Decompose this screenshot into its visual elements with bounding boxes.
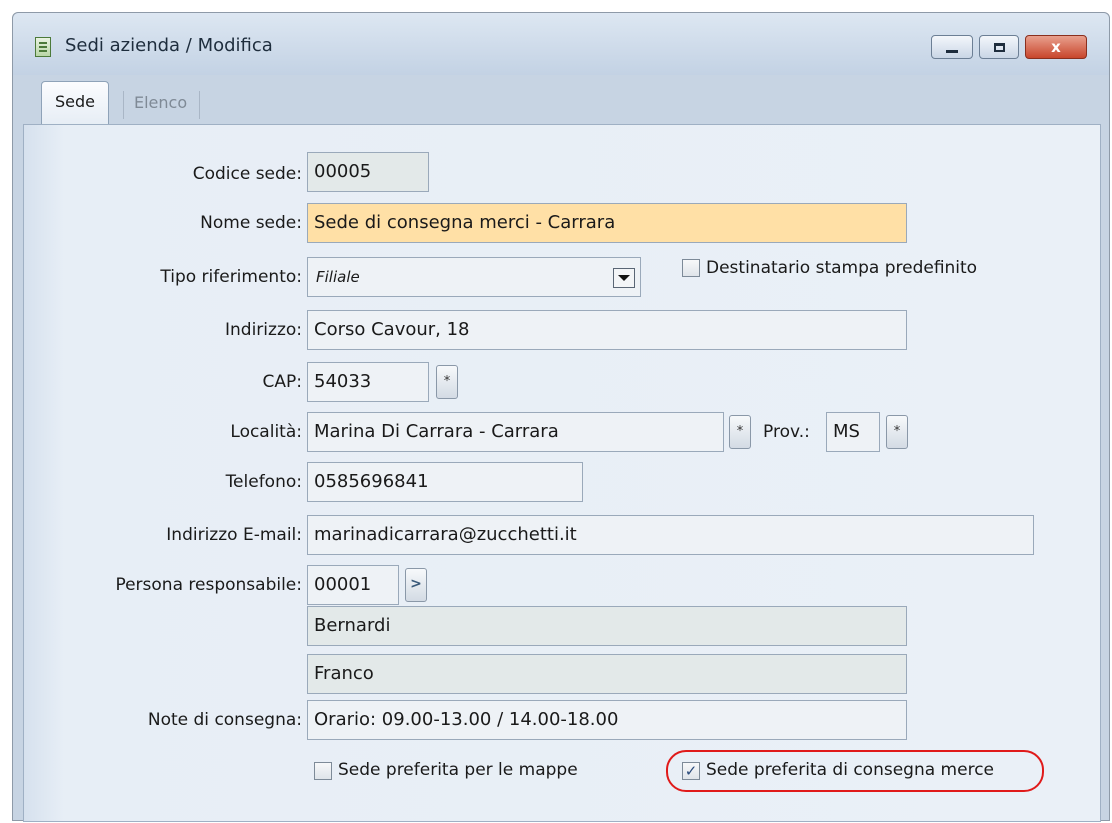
- tipo-riferimento-value: Filiale: [316, 268, 360, 286]
- tipo-riferimento-label: Tipo riferimento:: [160, 267, 302, 287]
- nome-sede-label: Nome sede:: [200, 213, 302, 233]
- telefono-field[interactable]: 0585696841: [307, 462, 583, 502]
- email-label: Indirizzo E-mail:: [166, 525, 302, 545]
- pref-mappe-checkbox[interactable]: [314, 762, 332, 780]
- responsabile-label: Persona responsabile:: [115, 575, 302, 595]
- close-button[interactable]: x: [1025, 35, 1087, 59]
- localita-field[interactable]: Marina Di Carrara - Carrara: [307, 412, 724, 452]
- tab-elenco[interactable]: Elenco: [123, 91, 201, 119]
- chevron-down-icon: [618, 275, 630, 281]
- nome-sede-field[interactable]: Sede di consegna merci - Carrara: [307, 203, 907, 243]
- responsabile-cognome-field: Bernardi: [307, 606, 907, 646]
- maximize-button[interactable]: [979, 35, 1019, 59]
- form-icon: [35, 37, 51, 57]
- title-bar: Sedi azienda / Modifica x: [13, 13, 1109, 75]
- dropdown-button[interactable]: [613, 268, 635, 288]
- pref-mappe-label: Sede preferita per le mappe: [338, 760, 578, 780]
- cap-field[interactable]: 54033: [307, 362, 429, 402]
- destinatario-label: Destinatario stampa predefinito: [706, 258, 978, 278]
- maximize-icon: [993, 42, 1005, 52]
- localita-zoom-button[interactable]: *: [729, 415, 751, 449]
- prov-field[interactable]: MS: [826, 412, 880, 452]
- window-title: Sedi azienda / Modifica: [65, 35, 273, 56]
- prov-zoom-button[interactable]: *: [886, 415, 908, 449]
- email-field[interactable]: marinadicarrara@zucchetti.it: [307, 515, 1034, 555]
- note-label: Note di consegna:: [147, 710, 302, 730]
- tab-sede[interactable]: Sede: [41, 81, 109, 125]
- responsabile-nome-field: Franco: [307, 654, 907, 694]
- responsabile-code-field[interactable]: 00001: [307, 565, 399, 605]
- tipo-riferimento-select[interactable]: Filiale: [307, 257, 641, 297]
- cap-label: CAP:: [262, 372, 302, 392]
- codice-sede-field[interactable]: 00005: [307, 152, 429, 192]
- cap-zoom-button[interactable]: *: [436, 365, 458, 399]
- responsabile-link-button[interactable]: >: [405, 568, 427, 602]
- pref-consegna-checkbox[interactable]: ✓: [682, 762, 700, 780]
- close-icon: x: [1051, 38, 1061, 56]
- note-field[interactable]: Orario: 09.00-13.00 / 14.00-18.00: [307, 700, 907, 740]
- minimize-button[interactable]: [931, 35, 973, 59]
- telefono-label: Telefono:: [225, 472, 302, 492]
- tab-strip: Sede Elenco: [13, 81, 1109, 125]
- localita-label: Località:: [230, 422, 302, 442]
- indirizzo-label: Indirizzo:: [225, 320, 302, 340]
- codice-sede-label: Codice sede:: [192, 164, 302, 184]
- prov-label: Prov.:: [763, 422, 810, 442]
- destinatario-checkbox[interactable]: [682, 259, 700, 277]
- minimize-icon: [946, 49, 958, 53]
- indirizzo-field[interactable]: Corso Cavour, 18: [307, 310, 907, 350]
- check-icon: ✓: [684, 762, 698, 780]
- pref-consegna-label: Sede preferita di consegna merce: [706, 760, 994, 780]
